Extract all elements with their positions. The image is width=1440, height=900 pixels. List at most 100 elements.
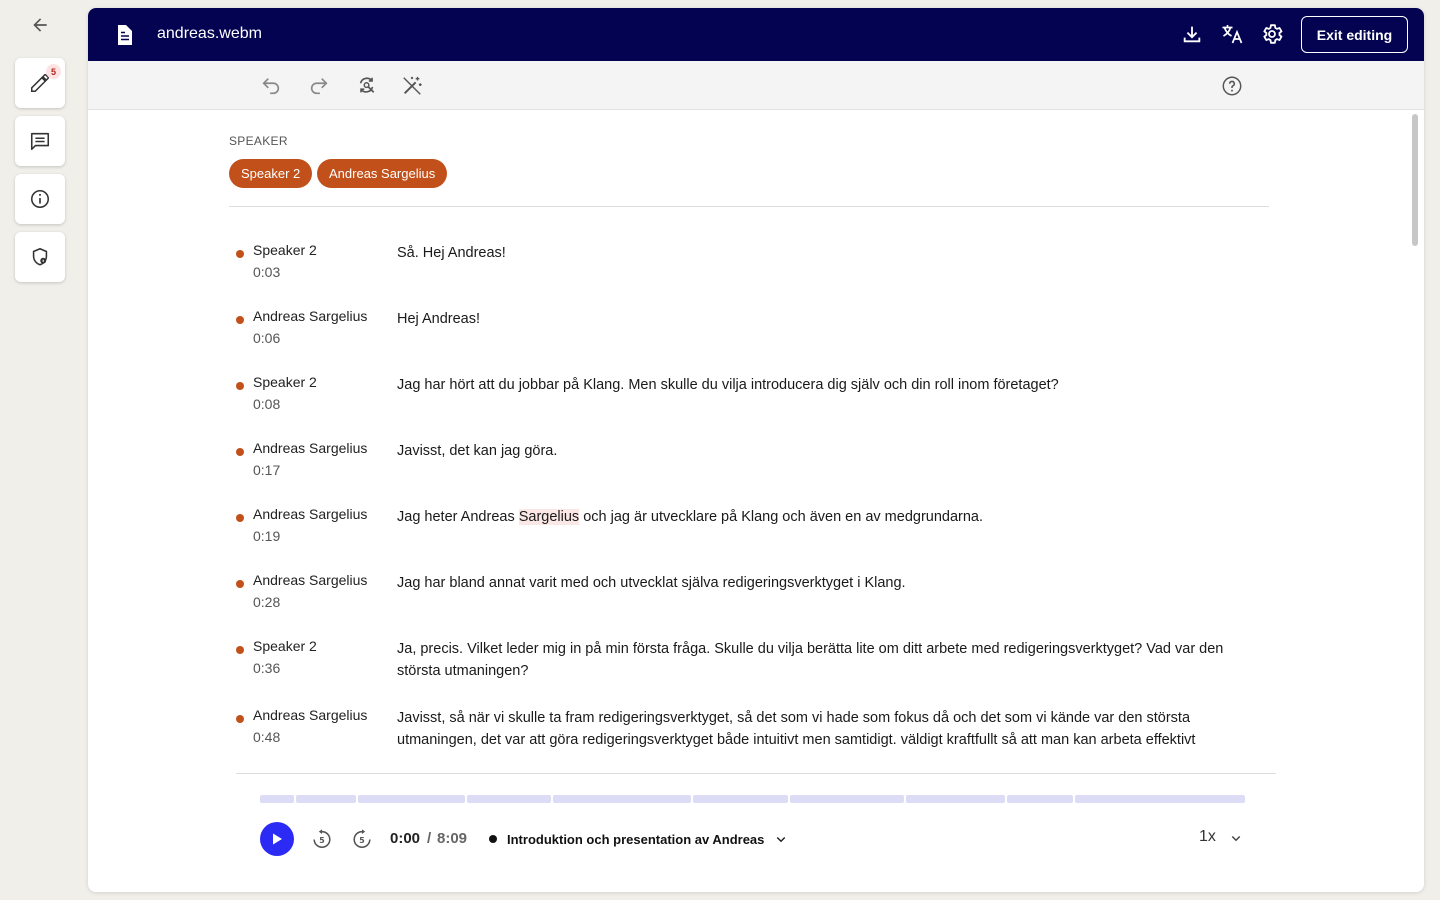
transcript-scrollbar[interactable] [1412, 114, 1418, 246]
segment-speaker[interactable]: Andreas Sargelius [253, 506, 367, 522]
help-button[interactable] [1220, 74, 1244, 98]
svg-text:5: 5 [359, 836, 364, 845]
replay-5-icon: 5 [313, 829, 331, 848]
top-bar: andreas.webm Exit editing [88, 8, 1424, 61]
redo-button[interactable] [307, 74, 331, 98]
translate-icon [1222, 25, 1243, 44]
play-icon [273, 833, 282, 845]
segment-text[interactable]: Jag har hört att du jobbar på Klang. Men… [397, 374, 1267, 396]
undo-icon [262, 78, 280, 95]
segment-timestamp[interactable]: 0:03 [253, 264, 280, 280]
segment-speaker[interactable]: Andreas Sargelius [253, 707, 367, 723]
svg-text:5: 5 [319, 836, 324, 845]
segment-timestamp[interactable]: 0:48 [253, 729, 280, 745]
segment-timestamp[interactable]: 0:28 [253, 594, 280, 610]
info-icon [30, 189, 50, 209]
text-run: Jag heter Andreas [397, 509, 519, 525]
shield-icon [32, 247, 48, 266]
speaker-dot [236, 250, 244, 258]
download-button[interactable] [1180, 22, 1204, 46]
chapter-segment[interactable] [1075, 795, 1245, 803]
arrow-left-icon [33, 18, 47, 32]
speaker-divider [229, 206, 1269, 207]
chapter-progress-bar[interactable] [260, 795, 1252, 803]
speaker-dot [236, 580, 244, 588]
settings-button[interactable] [1260, 22, 1284, 46]
segment-text[interactable]: Hej Andreas! [397, 308, 1267, 330]
edit-toolbar [88, 61, 1424, 110]
skip-back-button[interactable]: 5 [310, 827, 334, 851]
speaker-heading: SPEAKER [229, 134, 288, 148]
chapter-segment[interactable] [693, 795, 788, 803]
segment-text[interactable]: Jag heter Andreas Sargelius och jag är u… [397, 506, 1267, 528]
segment-text[interactable]: Jag har bland annat varit med och utveck… [397, 572, 1267, 594]
chapter-segment[interactable] [358, 795, 465, 803]
segment-text[interactable]: Så. Hej Andreas! [397, 242, 1267, 264]
time-separator: / [427, 830, 432, 847]
comments-panel-button[interactable] [15, 116, 65, 166]
speaker-dot [236, 514, 244, 522]
edit-count-badge: 5 [46, 64, 61, 79]
chapter-segment[interactable] [260, 795, 294, 803]
highlighted-word[interactable]: Sargelius [518, 509, 580, 525]
total-time: 8:09 [437, 830, 468, 847]
chevron-down-icon [1231, 835, 1241, 842]
play-button[interactable] [260, 822, 294, 856]
skip-forward-button[interactable]: 5 [350, 827, 374, 851]
back-button[interactable] [28, 13, 52, 37]
segment-timestamp[interactable]: 0:06 [253, 330, 280, 346]
segment-speaker[interactable]: Speaker 2 [253, 242, 317, 258]
help-icon [1222, 76, 1242, 96]
undo-button[interactable] [259, 74, 283, 98]
speaker-dot [236, 448, 244, 456]
playback-speed[interactable]: 1x [1199, 828, 1216, 846]
speaker-chip-speaker-2[interactable]: Speaker 2 [229, 159, 313, 188]
editor-panel: andreas.webm Exit editing SPEAKER Speake… [88, 8, 1424, 892]
chapter-segment[interactable] [296, 795, 356, 803]
speaker-chip-andreas-sargelius[interactable]: Andreas Sargelius [317, 159, 448, 188]
exit-editing-button[interactable]: Exit editing [1301, 16, 1408, 53]
download-icon [1183, 26, 1201, 43]
chapter-title: Introduktion och presentation av Andreas [507, 831, 765, 847]
current-time: 0:00 [390, 830, 421, 847]
player-divider [236, 773, 1276, 774]
chapter-segment[interactable] [1007, 795, 1073, 803]
segment-timestamp[interactable]: 0:36 [253, 660, 280, 676]
find-replace-button[interactable] [355, 74, 379, 98]
segment-timestamp[interactable]: 0:19 [253, 528, 280, 544]
segment-speaker[interactable]: Andreas Sargelius [253, 440, 367, 456]
speaker-dot [236, 382, 244, 390]
gear-icon [1263, 24, 1283, 44]
segment-timestamp[interactable]: 0:08 [253, 396, 280, 412]
segment-speaker[interactable]: Speaker 2 [253, 638, 317, 654]
segment-speaker[interactable]: Andreas Sargelius [253, 308, 367, 324]
privacy-panel-button[interactable] [15, 232, 65, 282]
segment-timestamp[interactable]: 0:17 [253, 462, 280, 478]
speaker-dot [236, 646, 244, 654]
translate-button[interactable] [1220, 22, 1244, 46]
file-name: andreas.webm [157, 25, 262, 42]
auto-fix-button[interactable] [400, 74, 424, 98]
segment-speaker[interactable]: Speaker 2 [253, 374, 317, 390]
forward-5-icon: 5 [353, 829, 371, 848]
comment-icon [30, 132, 50, 151]
segment-text[interactable]: Ja, precis. Vilket leder mig in på min f… [397, 638, 1267, 682]
speaker-dot [236, 715, 244, 723]
speaker-dot [236, 316, 244, 324]
chapter-segment[interactable] [906, 795, 1005, 803]
speed-dropdown-button[interactable] [1226, 828, 1246, 848]
info-panel-button[interactable] [15, 174, 65, 224]
find-replace-icon [359, 77, 375, 93]
redo-icon [310, 78, 328, 95]
segment-speaker[interactable]: Andreas Sargelius [253, 572, 367, 588]
magic-wand-icon [403, 76, 422, 95]
segment-text[interactable]: Javisst, så när vi skulle ta fram redige… [397, 707, 1267, 751]
chapter-dot [489, 835, 497, 843]
edit-panel-button[interactable]: 5 [15, 58, 65, 108]
segment-text[interactable]: Javisst, det kan jag göra. [397, 440, 1267, 462]
chapter-segment[interactable] [790, 795, 904, 803]
chapter-selector[interactable]: Introduktion och presentation av Andreas [489, 830, 790, 848]
chevron-down-icon [777, 836, 786, 843]
chapter-segment[interactable] [467, 795, 551, 803]
chapter-segment[interactable] [553, 795, 691, 803]
